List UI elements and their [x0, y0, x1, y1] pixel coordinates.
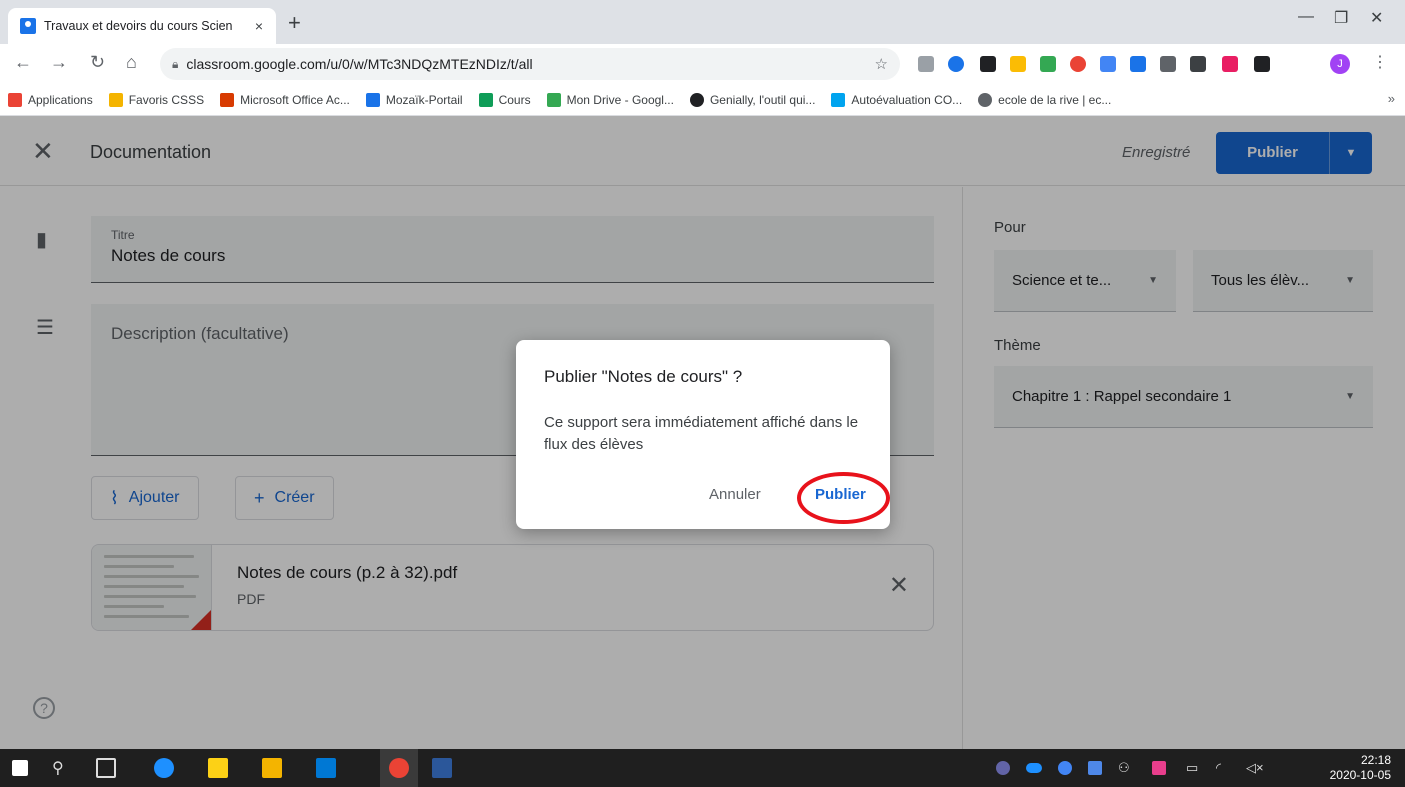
- bookmark-item[interactable]: Genially, l'outil qui...: [689, 92, 815, 107]
- bookmark-item[interactable]: Cours: [478, 92, 531, 107]
- wifi-icon[interactable]: ◜: [1216, 760, 1221, 776]
- new-tab-icon[interactable]: +: [288, 10, 301, 36]
- globe-icon: [978, 92, 993, 107]
- puzzle-extension-icon[interactable]: [1254, 56, 1270, 72]
- bookmark-item[interactable]: Mon Drive - Googl...: [546, 92, 674, 107]
- drive-icon: [546, 92, 561, 107]
- genially-icon: [689, 92, 704, 107]
- folder-icon: [108, 92, 123, 107]
- profile-avatar[interactable]: J: [1330, 54, 1350, 74]
- office-extension-icon[interactable]: [918, 56, 934, 72]
- tray-icon[interactable]: [1058, 761, 1072, 775]
- grid-extension-icon[interactable]: [980, 56, 996, 72]
- bookmark-item[interactable]: Mozaïk-Portail: [365, 92, 463, 107]
- cancel-button[interactable]: Annuler: [709, 486, 761, 503]
- maximize-icon[interactable]: ❐: [1334, 8, 1348, 28]
- autoevaluation-icon: [831, 92, 846, 107]
- highlight-circle: [797, 472, 890, 524]
- teams-tray-icon[interactable]: [996, 761, 1010, 775]
- browser-toolbar: ← → ↻ ⌂ 🔒︎ classroom.google.com/u/0/w/MT…: [0, 44, 1405, 84]
- minimize-icon[interactable]: —: [1298, 8, 1314, 26]
- tab-close-icon[interactable]: ×: [250, 18, 268, 34]
- classroom-favicon-icon: [20, 18, 36, 34]
- taskbar-clock[interactable]: 22:18 2020-10-05: [1330, 753, 1391, 783]
- bookmark-star-icon[interactable]: ☆: [875, 55, 888, 73]
- bookmarks-bar: Applications Favoris CSSS Microsoft Offi…: [0, 84, 1405, 116]
- bookmark-item[interactable]: ecole de la rive | ec...: [978, 92, 1111, 107]
- reload-icon[interactable]: ↻: [90, 52, 105, 73]
- forward-icon[interactable]: →: [50, 52, 68, 73]
- address-bar[interactable]: 🔒︎ classroom.google.com/u/0/w/MTc3NDQzMT…: [160, 48, 900, 80]
- network-tray-icon[interactable]: ⚇: [1118, 760, 1130, 776]
- onedrive-tray-icon[interactable]: [1026, 763, 1042, 773]
- screen-extension-icon[interactable]: [1130, 56, 1146, 72]
- word-icon[interactable]: [432, 758, 452, 778]
- home-icon[interactable]: ⌂: [126, 52, 137, 73]
- url-text: classroom.google.com/u/0/w/MTc3NDQzMTEzN…: [186, 56, 533, 72]
- back-icon[interactable]: ←: [14, 52, 32, 73]
- pink-extension-icon[interactable]: [1222, 56, 1238, 72]
- tab-title: Travaux et devoirs du cours Scien: [44, 19, 233, 33]
- translate-extension-icon[interactable]: [1100, 56, 1116, 72]
- new-extension-icon[interactable]: [1190, 56, 1206, 72]
- windows-taskbar: ⚲ ⚇ ▭ ◜ ◁× 22:18 2020-10-05: [0, 749, 1405, 787]
- bookmark-item[interactable]: Autoévaluation CO...: [831, 92, 962, 107]
- file-explorer-icon[interactable]: [262, 758, 282, 778]
- mozaik-icon: [365, 92, 380, 107]
- volume-muted-icon[interactable]: ◁×: [1246, 760, 1264, 776]
- sticky-notes-icon[interactable]: [208, 758, 228, 778]
- window-close-icon[interactable]: ✕: [1370, 8, 1383, 28]
- adblock-extension-icon[interactable]: [1070, 56, 1086, 72]
- classroom-icon: [478, 92, 493, 107]
- tray-icon[interactable]: [1152, 761, 1166, 775]
- lock-icon: 🔒︎: [172, 56, 179, 71]
- office-icon: [220, 92, 235, 107]
- outlook-icon[interactable]: [316, 758, 336, 778]
- browser-tab[interactable]: Travaux et devoirs du cours Scien ×: [8, 8, 276, 44]
- clock-time: 22:18: [1360, 753, 1391, 767]
- browser-tab-strip: Travaux et devoirs du cours Scien × + — …: [0, 0, 1405, 44]
- dialog-title: Publier "Notes de cours" ?: [544, 367, 743, 386]
- edge-icon[interactable]: [154, 758, 174, 778]
- bookmarks-more-icon[interactable]: »: [1388, 91, 1395, 106]
- tray-icon[interactable]: [1088, 761, 1102, 775]
- battery-icon[interactable]: ▭: [1186, 760, 1198, 776]
- extension-icon[interactable]: [948, 56, 964, 72]
- chrome-icon[interactable]: [389, 758, 409, 778]
- bookmark-item[interactable]: Microsoft Office Ac...: [220, 92, 350, 107]
- bookmark-item[interactable]: Favoris CSSS: [108, 92, 204, 107]
- task-view-icon[interactable]: [96, 758, 116, 778]
- apps-grid-icon: [8, 92, 22, 107]
- dialog-body: Ce support sera immédiatement affiché da…: [544, 414, 859, 453]
- clock-date: 2020-10-05: [1329, 768, 1391, 782]
- keep-extension-icon[interactable]: [1160, 56, 1176, 72]
- hand-extension-icon[interactable]: [1010, 56, 1026, 72]
- more-menu-icon[interactable]: ⋮: [1372, 52, 1388, 72]
- drive-extension-icon[interactable]: [1040, 56, 1056, 72]
- bookmark-item[interactable]: Applications: [8, 92, 93, 107]
- search-icon[interactable]: ⚲: [52, 758, 64, 778]
- windows-start-icon[interactable]: [12, 760, 28, 776]
